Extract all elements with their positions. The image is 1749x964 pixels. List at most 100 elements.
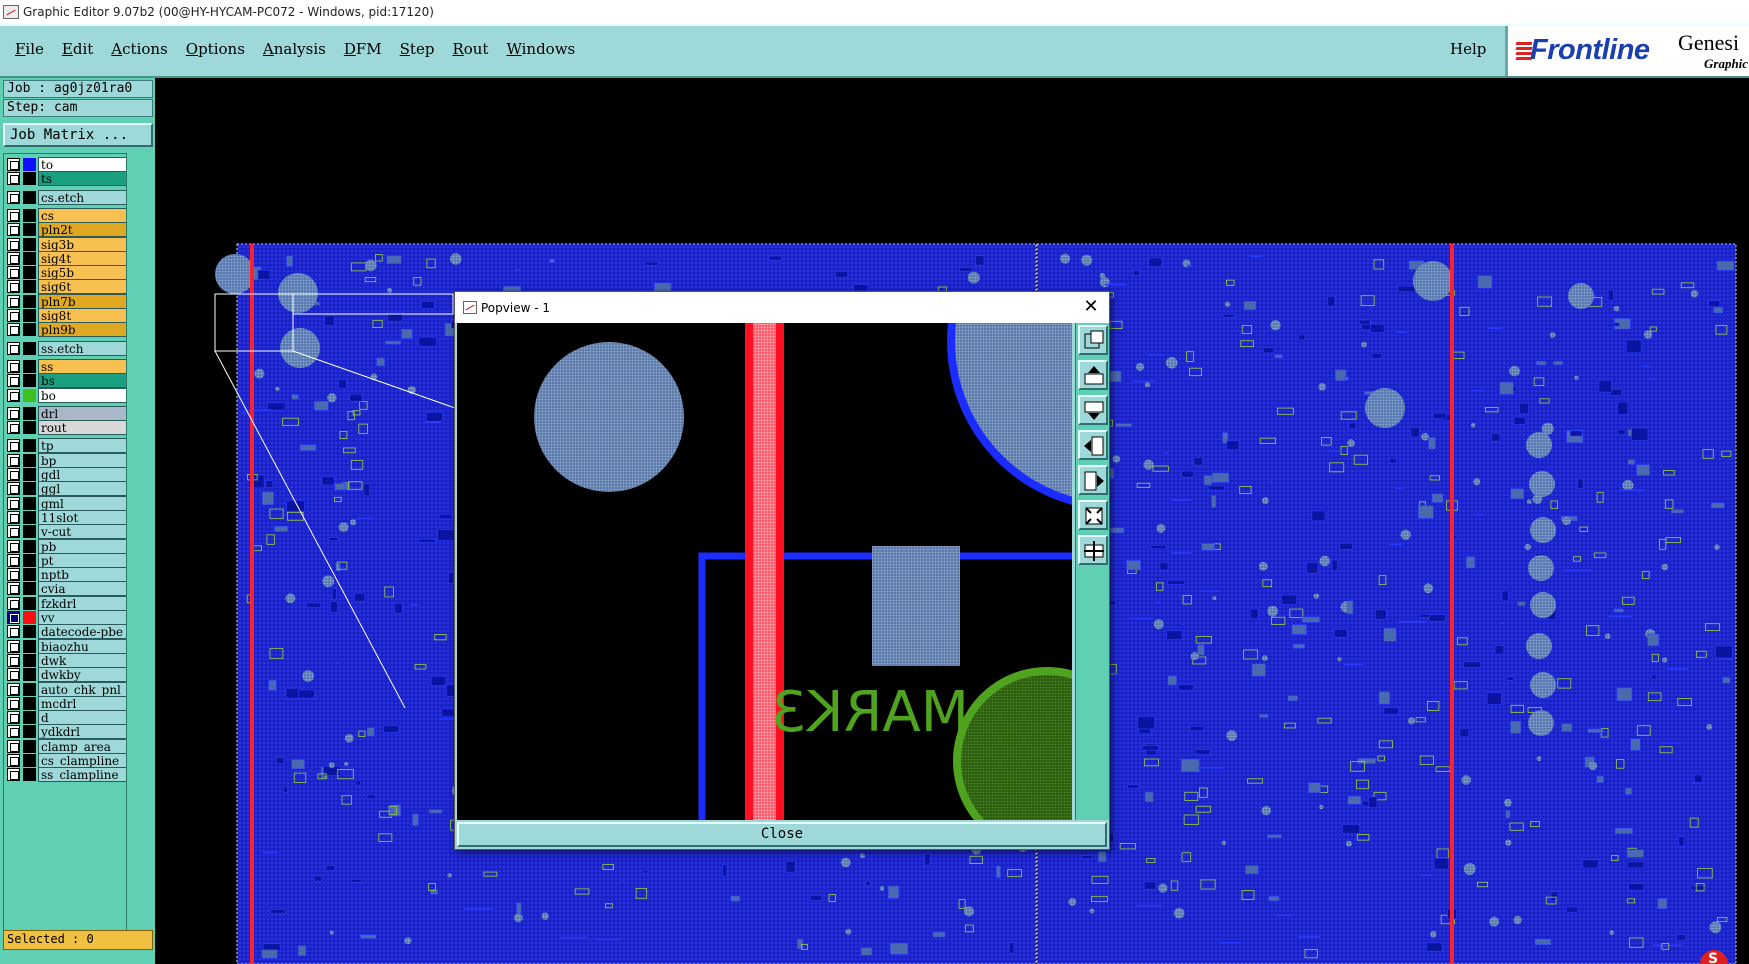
layer-row-drl[interactable]: drl [7,405,126,421]
layer-checkbox[interactable] [7,406,20,420]
layer-checkbox[interactable] [7,421,20,435]
layer-row-gml[interactable]: gml [7,495,126,511]
layer-checkbox[interactable] [7,482,20,496]
layer-row-dwkby[interactable]: dwkby [7,667,126,683]
layer-row-pt[interactable]: pt [7,552,126,568]
popview-close-x-icon[interactable]: ✕ [1081,297,1101,317]
layer-checkbox[interactable] [7,553,20,567]
menu-file[interactable]: File [6,40,53,58]
layer-row-sig8t[interactable]: sig8t [7,308,126,323]
layer-row-clamp_area[interactable]: clamp_area [7,738,126,754]
layer-row-ss.etch[interactable]: ss.etch [7,340,126,356]
layer-checkbox[interactable] [7,172,20,186]
layer-row-vv[interactable]: vv [7,610,126,625]
layer-row-sig4t[interactable]: sig4t [7,250,126,266]
layer-checkbox[interactable] [7,582,20,596]
layer-row-mcdrl[interactable]: mcdrl [7,695,126,711]
layer-row-dwk[interactable]: dwk [7,652,126,668]
zoom-fit-icon[interactable] [1078,500,1108,530]
layer-checkbox[interactable] [7,639,20,653]
layer-row-11slot[interactable]: 11slot [7,509,126,525]
layer-checkbox[interactable] [7,294,20,308]
layer-checkbox[interactable] [7,359,20,373]
layer-checkbox[interactable] [7,208,20,222]
layer-row-ydkdrl[interactable]: ydkdrl [7,724,126,740]
menu-dfm[interactable]: DFM [335,40,391,58]
layer-checkbox[interactable] [7,625,20,639]
layer-row-rout[interactable]: rout [7,420,126,436]
layer-row-bo[interactable]: bo [7,387,126,403]
layer-row-ss_clampline[interactable]: ss_clampline [7,767,126,783]
layer-checkbox[interactable] [7,739,20,753]
layer-row-fzkdrl[interactable]: fzkdrl [7,595,126,611]
layer-row-pln7b[interactable]: pln7b [7,293,126,309]
pan-up-icon[interactable] [1078,360,1108,390]
layer-row-ts[interactable]: ts [7,171,126,187]
layer-row-tp[interactable]: tp [7,438,126,454]
layer-checkbox[interactable] [7,309,20,322]
layer-checkbox[interactable] [7,280,20,294]
menu-actions[interactable]: Actions [102,40,176,58]
pan-left-icon[interactable] [1078,430,1108,460]
menu-help[interactable]: Help [1450,40,1486,58]
layer-row-bs[interactable]: bs [7,373,126,389]
layer-checkbox[interactable] [7,596,20,610]
layer-row-cs_clampline[interactable]: cs_clampline [7,753,126,768]
zoom-window-icon[interactable] [1078,325,1108,355]
layer-checkbox[interactable] [7,725,20,739]
layer-checkbox[interactable] [7,323,20,337]
layer-row-ss[interactable]: ss [7,358,126,374]
menu-options[interactable]: Options [177,40,254,58]
menu-windows[interactable]: Windows [497,40,584,58]
layer-checkbox[interactable] [7,341,20,355]
layer-row-ggl[interactable]: ggl [7,481,126,497]
layer-checkbox[interactable] [7,439,20,453]
layer-row-biaozhu[interactable]: biaozhu [7,638,126,654]
popview-close-button[interactable]: Close [457,822,1107,847]
layer-row-sig3b[interactable]: sig3b [7,236,126,252]
layer-checkbox[interactable] [7,266,20,280]
layer-checkbox[interactable] [7,374,20,388]
layer-row-sig6t[interactable]: sig6t [7,279,126,295]
layer-row-cs.etch[interactable]: cs.etch [7,189,126,205]
layer-row-bp[interactable]: bp [7,452,126,468]
layer-checkbox[interactable] [7,653,20,667]
layer-row-datecode-pbe[interactable]: datecode-pbe [7,624,126,640]
layer-checkbox[interactable] [7,251,20,265]
zoom-home-icon[interactable] [1078,535,1108,565]
menu-rout[interactable]: Rout [443,40,497,58]
layer-row-d[interactable]: d [7,710,126,726]
layer-row-sig5b[interactable]: sig5b [7,265,126,281]
menu-edit[interactable]: Edit [53,40,102,58]
layer-checkbox[interactable] [7,388,20,402]
job-matrix-button[interactable]: Job Matrix ... [3,123,153,147]
pan-down-icon[interactable] [1078,395,1108,425]
pan-right-icon[interactable] [1078,465,1108,495]
layer-checkbox[interactable] [7,158,20,171]
layer-checkbox[interactable] [7,754,20,767]
layer-row-pln9b[interactable]: pln9b [7,322,126,338]
layer-checkbox[interactable] [7,768,20,782]
menu-analysis[interactable]: Analysis [254,40,335,58]
menu-step[interactable]: Step [391,40,444,58]
popview-viewport[interactable]: MARK3 [457,323,1072,820]
layer-checkbox[interactable] [7,696,20,710]
layer-row-cs[interactable]: cs [7,207,126,223]
layer-checkbox[interactable] [7,237,20,251]
layer-row-pb[interactable]: pb [7,538,126,554]
layer-checkbox[interactable] [7,190,20,204]
layer-checkbox[interactable] [7,611,20,624]
layer-row-v-cut[interactable]: v-cut [7,524,126,540]
layer-checkbox[interactable] [7,539,20,553]
layer-row-auto_chk_pnl[interactable]: auto_chk_pnl [7,681,126,697]
layer-checkbox[interactable] [7,510,20,524]
layer-row-nptb[interactable]: nptb [7,567,126,583]
layer-checkbox[interactable] [7,682,20,696]
layer-checkbox[interactable] [7,496,20,510]
layer-checkbox[interactable] [7,711,20,725]
layer-checkbox[interactable] [7,453,20,467]
layer-checkbox[interactable] [7,468,20,481]
layer-row-to[interactable]: to [7,157,126,172]
layer-checkbox[interactable] [7,223,20,237]
layer-checkbox[interactable] [7,668,20,682]
